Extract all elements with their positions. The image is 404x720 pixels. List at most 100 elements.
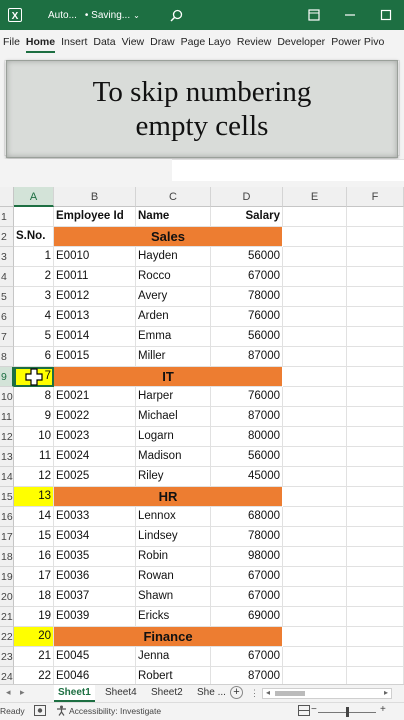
- tab-file[interactable]: File: [0, 32, 23, 54]
- cell-a18[interactable]: 16: [14, 547, 54, 567]
- cell-c10[interactable]: Harper: [136, 387, 211, 407]
- cell-a12[interactable]: 10: [14, 427, 54, 447]
- cell-a11[interactable]: 9: [14, 407, 54, 427]
- cell-e2[interactable]: [283, 227, 347, 247]
- row-header[interactable]: 6: [0, 307, 14, 327]
- cell-b7[interactable]: E0014: [54, 327, 136, 347]
- cell-a21[interactable]: 19: [14, 607, 54, 627]
- cell-b24[interactable]: E0046: [54, 667, 136, 684]
- cell-f14[interactable]: [347, 467, 404, 487]
- sheet-more-icon[interactable]: ⋮: [250, 688, 259, 699]
- row-header[interactable]: 4: [0, 267, 14, 287]
- cell-c4[interactable]: Rocco: [136, 267, 211, 287]
- section-header[interactable]: Finance: [54, 627, 282, 647]
- zoom-in-icon[interactable]: +: [380, 704, 386, 715]
- row-header[interactable]: 13: [0, 447, 14, 467]
- cell-e20[interactable]: [283, 587, 347, 607]
- cell-a14[interactable]: 12: [14, 467, 54, 487]
- cell-d11[interactable]: 87000: [211, 407, 283, 427]
- scroll-thumb[interactable]: [275, 691, 305, 696]
- cell-d18[interactable]: 98000: [211, 547, 283, 567]
- cell-f23[interactable]: [347, 647, 404, 667]
- cell-d16[interactable]: 68000: [211, 507, 283, 527]
- cell-e21[interactable]: [283, 607, 347, 627]
- row-header[interactable]: 8: [0, 347, 14, 367]
- cell-d13[interactable]: 56000: [211, 447, 283, 467]
- cell-a7[interactable]: 5: [14, 327, 54, 347]
- cell-d10[interactable]: 76000: [211, 387, 283, 407]
- cell-b23[interactable]: E0045: [54, 647, 136, 667]
- row-header[interactable]: 7: [0, 327, 14, 347]
- formula-input[interactable]: [172, 159, 404, 181]
- cell-a8[interactable]: 6: [14, 347, 54, 367]
- search-icon[interactable]: [170, 9, 183, 22]
- cell-a4[interactable]: 2: [14, 267, 54, 287]
- cell-f11[interactable]: [347, 407, 404, 427]
- tab-view[interactable]: View: [119, 32, 148, 54]
- cell-a16[interactable]: 14: [14, 507, 54, 527]
- cell-d1[interactable]: Salary: [211, 207, 283, 227]
- accessibility-status[interactable]: Accessibility: Investigate: [69, 706, 161, 716]
- cell-c6[interactable]: Arden: [136, 307, 211, 327]
- cell-a15[interactable]: 13: [14, 487, 54, 507]
- column-header-e[interactable]: E: [283, 187, 347, 207]
- cell-c7[interactable]: Emma: [136, 327, 211, 347]
- cell-c3[interactable]: Hayden: [136, 247, 211, 267]
- cell-f19[interactable]: [347, 567, 404, 587]
- row-header[interactable]: 22: [0, 627, 14, 647]
- cell-b8[interactable]: E0015: [54, 347, 136, 367]
- minimize-icon[interactable]: [332, 0, 368, 30]
- cell-a24[interactable]: 22: [14, 667, 54, 684]
- tab-home[interactable]: Home: [23, 32, 58, 54]
- cell-a1[interactable]: [14, 207, 54, 227]
- tab-page-layout[interactable]: Page Layo: [178, 32, 234, 54]
- macro-record-icon[interactable]: [34, 705, 46, 718]
- maximize-icon[interactable]: [368, 0, 404, 30]
- cell-c19[interactable]: Rowan: [136, 567, 211, 587]
- column-header-f[interactable]: F: [347, 187, 404, 207]
- cell-a5[interactable]: 3: [14, 287, 54, 307]
- row-header[interactable]: 1: [0, 207, 14, 227]
- cell-d14[interactable]: 45000: [211, 467, 283, 487]
- cell-e18[interactable]: [283, 547, 347, 567]
- cell-f1[interactable]: [347, 207, 404, 227]
- next-sheet-icon[interactable]: ▸: [20, 687, 25, 698]
- accessibility-icon[interactable]: [56, 705, 67, 718]
- scroll-left-icon[interactable]: ◂: [266, 688, 270, 697]
- row-header[interactable]: 24: [0, 667, 14, 684]
- tab-review[interactable]: Review: [234, 32, 274, 54]
- cell-f15[interactable]: [347, 487, 404, 507]
- tab-insert[interactable]: Insert: [58, 32, 90, 54]
- cell-a17[interactable]: 15: [14, 527, 54, 547]
- select-all-corner[interactable]: [0, 187, 14, 207]
- cell-f17[interactable]: [347, 527, 404, 547]
- tab-developer[interactable]: Developer: [274, 32, 328, 54]
- cell-c11[interactable]: Michael: [136, 407, 211, 427]
- cell-d5[interactable]: 78000: [211, 287, 283, 307]
- row-header[interactable]: 14: [0, 467, 14, 487]
- sheet-tab-sheet1[interactable]: Sheet1: [54, 685, 95, 702]
- cell-b10[interactable]: E0021: [54, 387, 136, 407]
- cell-d6[interactable]: 76000: [211, 307, 283, 327]
- cell-f6[interactable]: [347, 307, 404, 327]
- row-header[interactable]: 12: [0, 427, 14, 447]
- cell-f24[interactable]: [347, 667, 404, 684]
- cell-c13[interactable]: Madison: [136, 447, 211, 467]
- cell-d21[interactable]: 69000: [211, 607, 283, 627]
- cell-b12[interactable]: E0023: [54, 427, 136, 447]
- cell-b14[interactable]: E0025: [54, 467, 136, 487]
- cell-e9[interactable]: [283, 367, 347, 387]
- cell-c14[interactable]: Riley: [136, 467, 211, 487]
- tab-draw[interactable]: Draw: [147, 32, 178, 54]
- cell-c8[interactable]: Miller: [136, 347, 211, 367]
- sheet-tab-more[interactable]: She ...: [193, 685, 230, 702]
- cell-c23[interactable]: Jenna: [136, 647, 211, 667]
- cell-c20[interactable]: Shawn: [136, 587, 211, 607]
- cell-f20[interactable]: [347, 587, 404, 607]
- chevron-down-icon[interactable]: ⌄: [133, 11, 140, 20]
- cell-a13[interactable]: 11: [14, 447, 54, 467]
- cell-b18[interactable]: E0035: [54, 547, 136, 567]
- cell-d17[interactable]: 78000: [211, 527, 283, 547]
- cell-c18[interactable]: Robin: [136, 547, 211, 567]
- horizontal-scrollbar[interactable]: ◂ ▸: [262, 688, 392, 699]
